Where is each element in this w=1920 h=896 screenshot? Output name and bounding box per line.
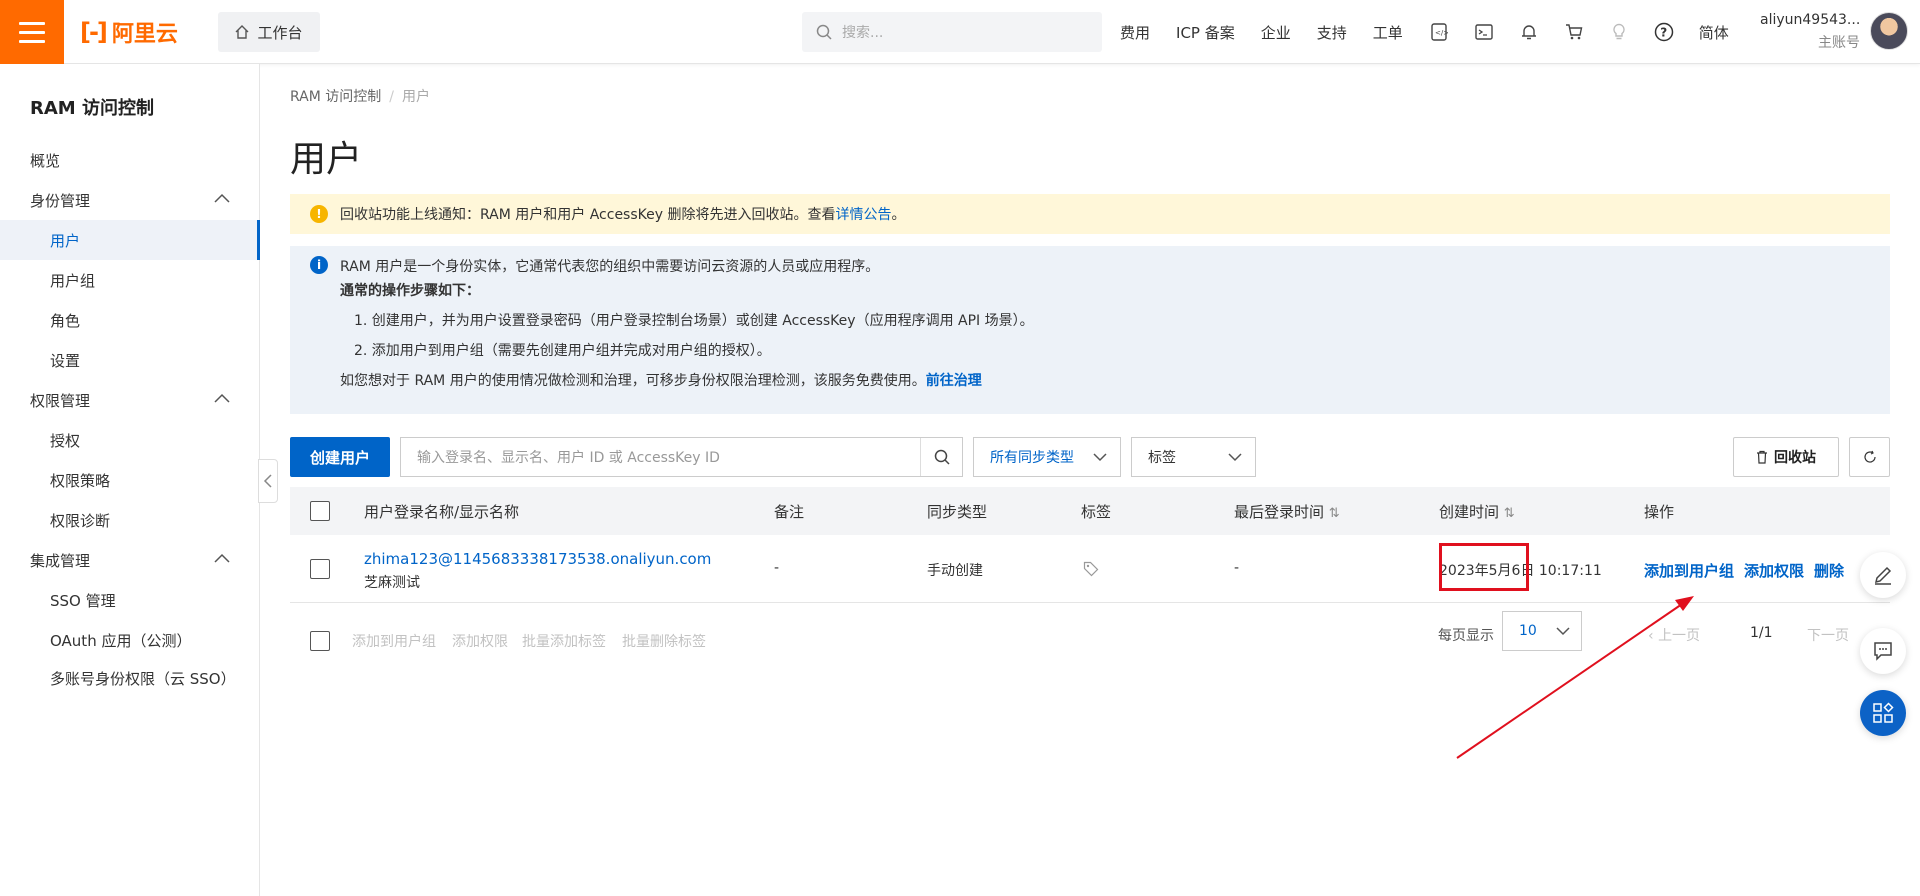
edit-float-button[interactable] bbox=[1860, 552, 1906, 598]
apps-icon bbox=[1873, 702, 1894, 723]
chat-float-button[interactable] bbox=[1860, 628, 1906, 674]
pencil-icon bbox=[1874, 566, 1892, 585]
apps-float-button[interactable] bbox=[1860, 690, 1906, 736]
annotation-arrow bbox=[1456, 596, 1694, 759]
chat-icon bbox=[1874, 642, 1892, 661]
